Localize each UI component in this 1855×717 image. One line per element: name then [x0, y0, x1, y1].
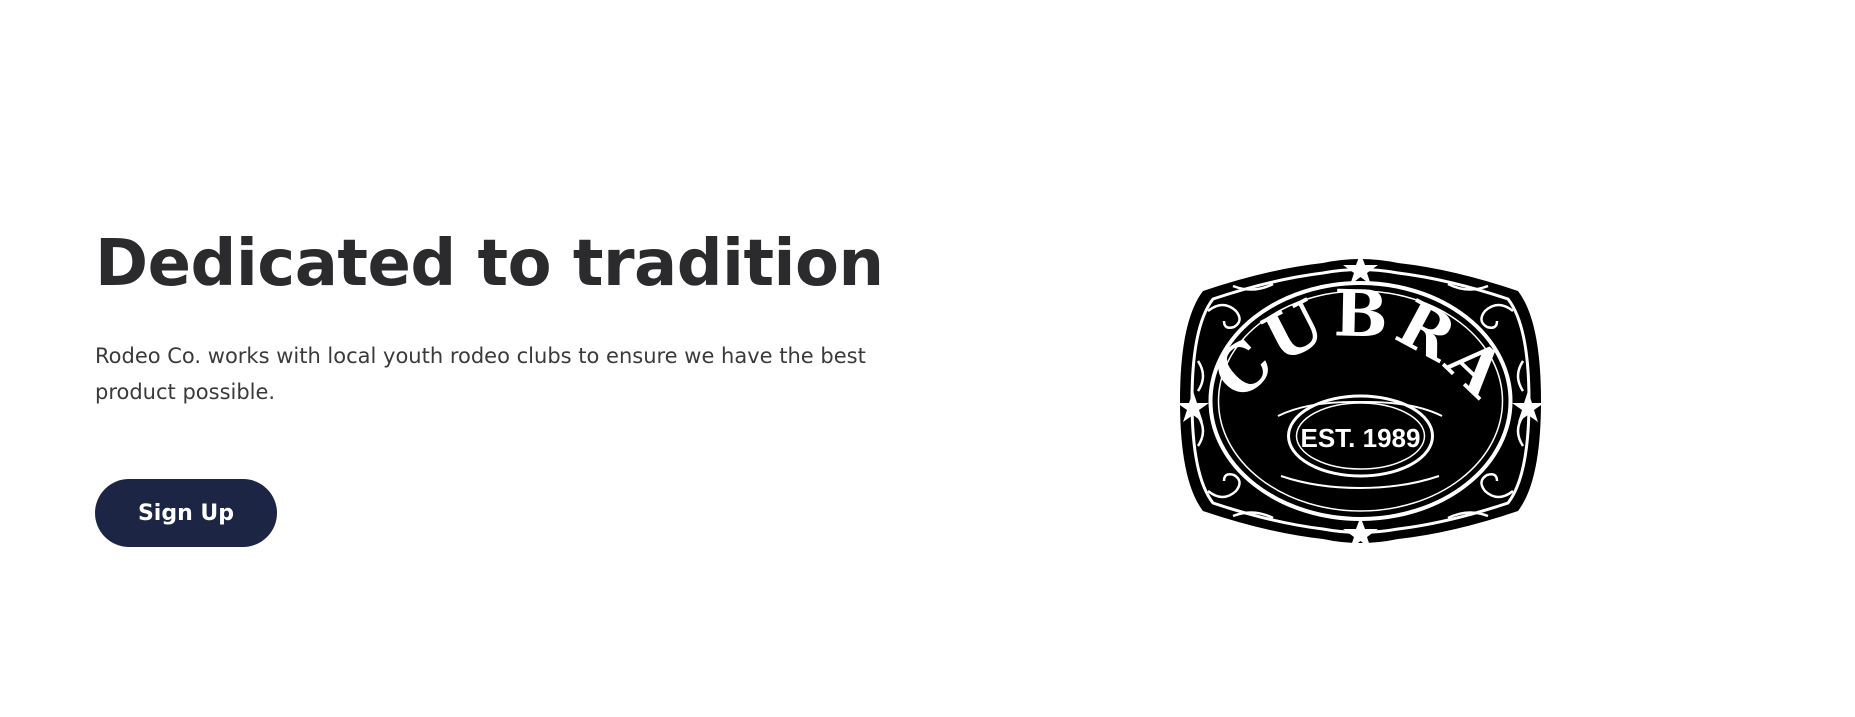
belt-buckle-logo: CUBRA EST. 1989 [1173, 251, 1548, 551]
hero-title: Dedicated to tradition [95, 227, 884, 301]
hero-section: Dedicated to tradition Rodeo Co. works w… [0, 0, 1855, 717]
buckle-logo-graphic: CUBRA EST. 1989 [1177, 253, 1544, 549]
hero-description: Rodeo Co. works with local youth rodeo c… [95, 344, 866, 404]
hero-text-block: Dedicated to tradition Rodeo Co. works w… [95, 220, 925, 410]
est-label: EST. 1989 [1301, 423, 1421, 453]
sign-up-button[interactable]: Sign Up [95, 479, 277, 547]
